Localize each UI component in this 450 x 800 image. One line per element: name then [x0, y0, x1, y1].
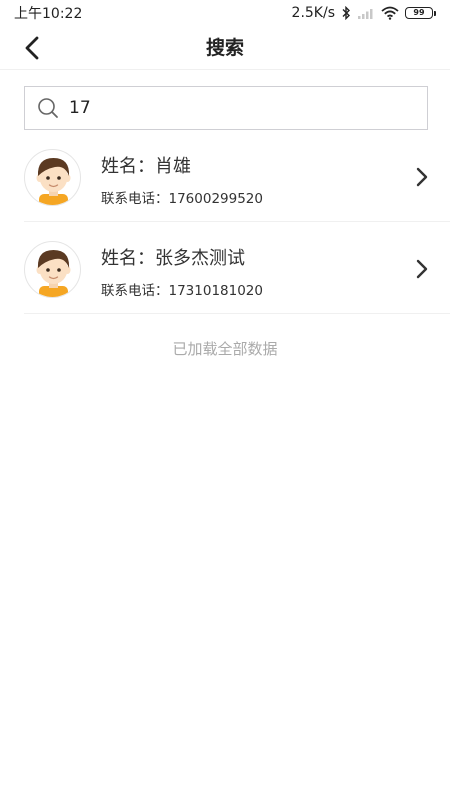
nav-bar: 搜索	[0, 26, 450, 70]
search-icon	[38, 98, 58, 118]
search-input[interactable]	[69, 98, 389, 118]
back-button[interactable]	[18, 34, 46, 62]
contact-list: 姓名：肖雄 联系电话：17600299520 姓名：张多杰测试 联系电话：173…	[0, 130, 450, 314]
network-speed: 2.5K/s	[291, 5, 335, 21]
avatar	[24, 149, 81, 206]
contact-phone: 联系电话：17310181020	[101, 279, 263, 299]
phone-value: 17310181020	[168, 283, 263, 299]
contact-phone: 联系电话：17600299520	[101, 187, 263, 207]
name-value: 张多杰测试	[155, 248, 245, 269]
phone-label: 联系电话：	[101, 283, 169, 299]
contact-item[interactable]: 姓名：张多杰测试 联系电话：17310181020	[24, 222, 450, 314]
contact-name: 姓名：肖雄	[101, 152, 191, 178]
name-label: 姓名：	[101, 156, 155, 177]
contact-item[interactable]: 姓名：肖雄 联系电话：17600299520	[24, 130, 450, 222]
battery-level: 99	[405, 7, 433, 19]
contact-name: 姓名：张多杰测试	[101, 244, 245, 270]
phone-value: 17600299520	[168, 191, 263, 207]
load-complete-text: 已加载全部数据	[172, 340, 278, 358]
chevron-right-icon	[416, 167, 428, 187]
status-icons: 2.5K/s 99	[292, 5, 436, 21]
status-time: 上午10:22	[14, 6, 83, 22]
bluetooth-icon	[341, 6, 351, 20]
phone-label: 联系电话：	[101, 191, 169, 207]
chevron-left-icon	[25, 36, 39, 60]
search-box[interactable]	[24, 86, 428, 130]
avatar	[24, 241, 81, 298]
battery-icon: 99	[405, 7, 436, 19]
page-title: 搜索	[205, 37, 244, 59]
status-bar: 上午10:22 2.5K/s 99	[0, 0, 450, 26]
name-label: 姓名：	[101, 248, 155, 269]
name-value: 肖雄	[155, 156, 191, 177]
wifi-icon	[381, 6, 399, 20]
chevron-right-icon	[416, 259, 428, 279]
signal-icon	[357, 7, 375, 19]
